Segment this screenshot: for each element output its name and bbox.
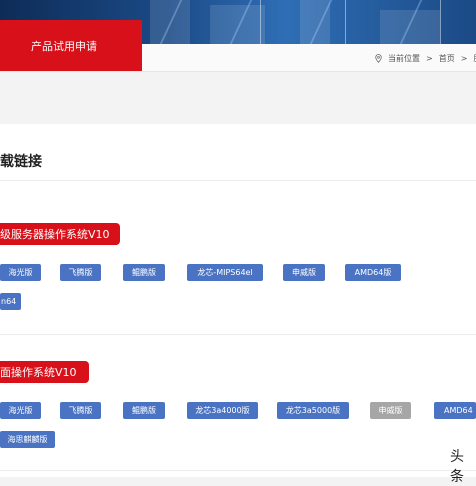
breadcrumb: 当前位置 > 首页 > 服务 [375,53,476,64]
breadcrumb-separator: > [460,54,468,63]
section-title-desktop: 面操作系统V10 [0,361,89,383]
product-trial-tab-label: 产品试用申请 [31,39,97,53]
download-button-kunpeng-desktop[interactable]: 鲲鹏版 [123,402,165,419]
location-pin-icon [375,54,382,63]
breadcrumb-separator: > [426,54,433,63]
download-button-amd64-desktop[interactable]: AMD64 [434,402,476,419]
watermark-text: 头条 [450,449,464,485]
download-button-sunway-server[interactable]: 申威版 [283,264,325,281]
download-button-loongson-3a4000-desktop[interactable]: 龙芯3a4000版 [187,402,258,419]
divider [0,470,476,471]
section-title-server: 级服务器操作系统V10 [0,223,120,245]
divider [0,180,476,181]
download-button-hygon-desktop[interactable]: 海光版 [0,402,41,419]
download-button-amd64-server[interactable]: AMD64版 [345,264,401,281]
breadcrumb-location-label: 当前位置 [388,54,420,63]
download-button-loongson-3a5000-desktop[interactable]: 龙芯3a5000版 [277,402,349,419]
download-button-hygon-server[interactable]: 海光版 [0,264,41,281]
download-button-loongson-mips-server[interactable]: 龙芯-MIPS64el [187,264,263,281]
breadcrumb-home-link[interactable]: 首页 [439,53,455,64]
content-card [0,124,476,477]
download-button-hisilicon-kirin-desktop[interactable]: 海思麒麟版 [0,431,55,448]
download-button-phytium-server[interactable]: 飞腾版 [60,264,101,281]
download-button-arm64-server[interactable]: n64 [0,293,21,310]
download-button-sunway-desktop-disabled: 申威版 [370,402,411,419]
divider [0,334,476,335]
download-button-phytium-desktop[interactable]: 飞腾版 [60,402,101,419]
product-trial-tab[interactable]: 产品试用申请 [0,20,142,71]
page-title: 载链接 [0,154,42,170]
download-button-kunpeng-server[interactable]: 鲲鹏版 [123,264,165,281]
